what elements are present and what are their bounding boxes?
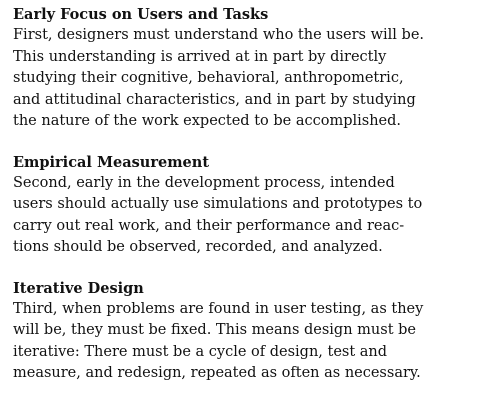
section-heading: Empirical Measurement — [13, 153, 210, 171]
body-line: carry out real work, and their performan… — [13, 217, 405, 234]
section-heading: Early Focus on Users and Tasks — [13, 6, 269, 23]
section-body: First, designers must understand who the… — [13, 25, 479, 133]
body-line: measure, and redesign, repeated as often… — [13, 365, 421, 381]
body-line: Second, early in the development process… — [13, 174, 395, 191]
section-empirical-measurement: Empirical Measurement Second, early in t… — [13, 153, 479, 259]
section-body: Third, when problems are found in user t… — [13, 299, 479, 385]
body-line: This understanding is arrived at in part… — [13, 48, 387, 65]
body-line: Third, when problems are found in user t… — [13, 300, 424, 317]
section-heading: Iterative Design — [13, 279, 144, 297]
body-line: the nature of the work expected to be ac… — [13, 113, 402, 129]
body-line: and attitudinal characteristics, and in … — [13, 91, 416, 108]
body-line: will be, they must be fixed. This means … — [13, 322, 416, 338]
section-body: Second, early in the development process… — [13, 173, 479, 259]
document-page: Early Focus on Users and Tasks First, de… — [13, 5, 479, 385]
body-line: users should actually use simulations an… — [13, 196, 423, 212]
section-early-focus: Early Focus on Users and Tasks First, de… — [13, 5, 479, 133]
body-line: First, designers must understand who the… — [13, 27, 425, 43]
body-line: iterative: There must be a cycle of desi… — [13, 343, 388, 360]
body-line: studying their cognitive, behavioral, an… — [13, 70, 404, 86]
body-line: tions should be observed, recorded, and … — [13, 239, 383, 255]
section-iterative-design: Iterative Design Third, when problems ar… — [13, 279, 479, 385]
